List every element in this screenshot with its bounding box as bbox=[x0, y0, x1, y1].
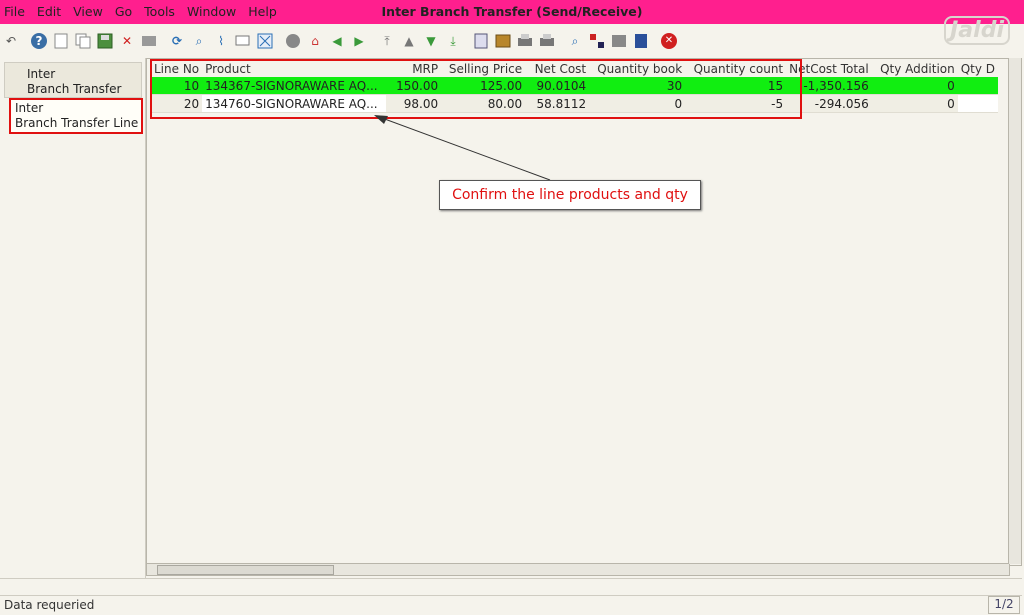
horizontal-scrollbar[interactable] bbox=[146, 563, 1010, 576]
status-message: Data requeried bbox=[4, 598, 95, 612]
annotation-callout: Confirm the line products and qty bbox=[439, 180, 701, 210]
record-pager[interactable]: 1/2 bbox=[988, 596, 1020, 614]
annotation-arrow bbox=[374, 115, 551, 181]
scrollbar-thumb[interactable] bbox=[157, 565, 334, 575]
info-bar bbox=[0, 578, 1022, 596]
vertical-scrollbar[interactable] bbox=[1008, 58, 1021, 564]
